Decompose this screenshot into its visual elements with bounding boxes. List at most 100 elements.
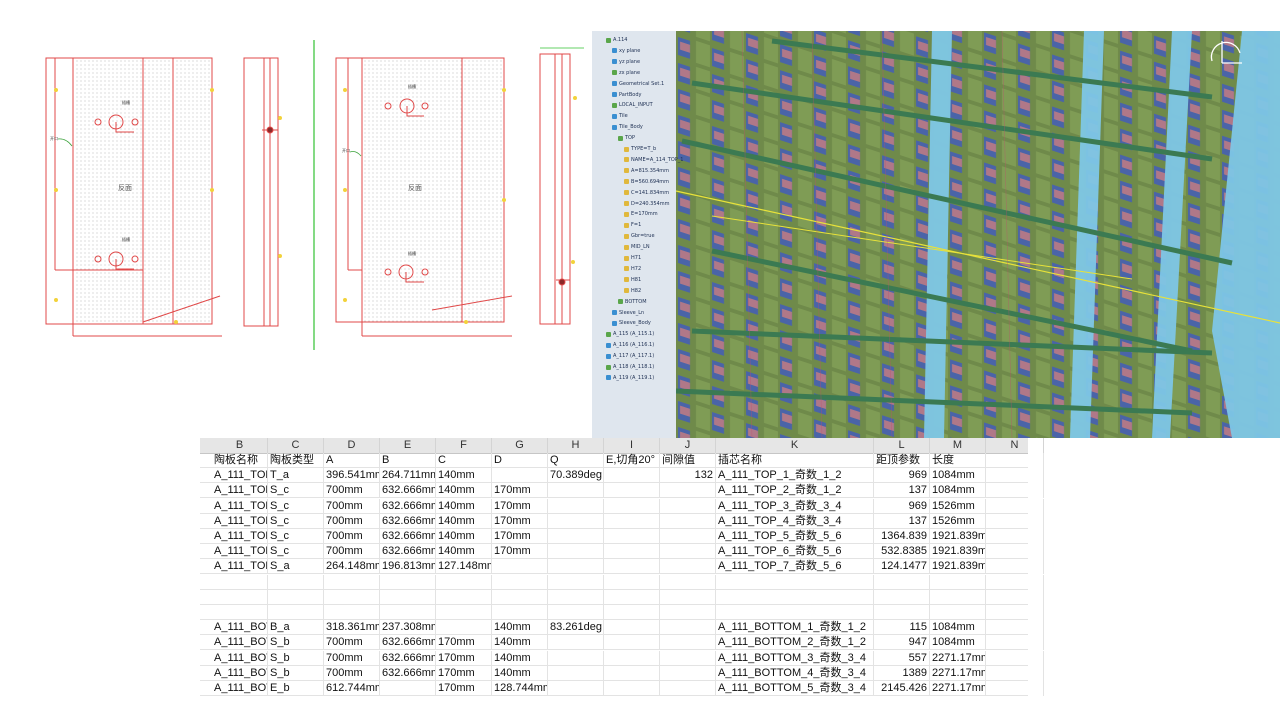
table-cell[interactable] — [660, 513, 716, 529]
table-cell[interactable] — [604, 513, 660, 529]
table-cell[interactable]: A_111_TOP — [212, 513, 268, 529]
table-cell[interactable] — [548, 483, 604, 499]
table-cell[interactable]: 170mm — [492, 529, 548, 544]
table-cell[interactable]: A_111_TOP — [212, 529, 268, 544]
spreadsheet[interactable]: BCDEFGHIJKLMN 陶板名称 陶板类型 A B C D Q E,切角20° 间隙值 插芯名… — [200, 438, 1044, 700]
table-cell[interactable]: 632.666mm — [380, 544, 436, 560]
table-cell[interactable]: 264.711mm — [380, 468, 436, 484]
table-cell[interactable] — [268, 589, 324, 605]
header-cell[interactable]: 陶板类型 — [268, 453, 324, 468]
table-cell[interactable] — [716, 605, 874, 620]
header-cell[interactable]: D — [492, 453, 548, 468]
table-cell[interactable]: A_111_BOT — [212, 681, 268, 696]
table-cell[interactable]: 1389 — [874, 665, 930, 681]
table-cell[interactable] — [324, 589, 380, 605]
table-cell[interactable] — [212, 574, 268, 590]
table-cell[interactable]: 137 — [874, 513, 930, 529]
table-cell[interactable] — [604, 620, 660, 636]
table-cell[interactable] — [604, 468, 660, 484]
table-cell[interactable] — [492, 589, 548, 605]
table-cell[interactable]: A_111_TOP_3_奇数_3_4 — [716, 498, 874, 514]
table-cell[interactable]: 700mm — [324, 544, 380, 560]
table-cell[interactable] — [604, 650, 660, 666]
column-letter[interactable]: H — [548, 438, 604, 453]
table-cell[interactable]: T_a — [268, 468, 324, 484]
header-cell[interactable]: Q — [548, 453, 604, 468]
table-cell[interactable] — [986, 529, 1044, 544]
table-cell[interactable]: 140mm — [436, 498, 492, 514]
table-cell[interactable]: 1921.839mm — [930, 559, 986, 575]
table-cell[interactable]: 140mm — [436, 529, 492, 544]
table-cell[interactable]: 969 — [874, 498, 930, 514]
table-cell[interactable] — [604, 589, 660, 605]
header-cell[interactable]: 间隙值 — [660, 453, 716, 468]
table-cell[interactable] — [548, 498, 604, 514]
table-cell[interactable] — [986, 483, 1044, 499]
table-cell[interactable]: 127.148mm — [436, 559, 492, 575]
table-cell[interactable]: 170mm — [492, 498, 548, 514]
table-cell[interactable] — [324, 574, 380, 590]
table-cell[interactable]: A_111_BOT — [212, 635, 268, 651]
table-cell[interactable] — [986, 620, 1044, 636]
table-cell[interactable]: 947 — [874, 635, 930, 651]
table-cell[interactable]: A_111_TOP — [212, 544, 268, 560]
column-letter[interactable]: F — [436, 438, 492, 453]
table-cell[interactable]: 237.308mm — [380, 620, 436, 636]
tree-node[interactable]: Tile — [612, 113, 628, 119]
table-cell[interactable] — [660, 483, 716, 499]
column-letter[interactable]: N — [986, 438, 1044, 453]
tree-node[interactable]: H81 — [624, 277, 641, 283]
table-cell[interactable]: 632.666mm — [380, 650, 436, 666]
table-cell[interactable]: 170mm — [436, 681, 492, 696]
table-cell[interactable]: 632.666mm — [380, 513, 436, 529]
table-cell[interactable] — [986, 559, 1044, 575]
table-cell[interactable]: 140mm — [436, 544, 492, 560]
table-cell[interactable]: 700mm — [324, 529, 380, 544]
table-cell[interactable] — [604, 574, 660, 590]
table-cell[interactable]: 632.666mm — [380, 529, 436, 544]
column-letter[interactable]: B — [212, 438, 268, 453]
tree-node[interactable]: E=170mm — [624, 211, 658, 217]
table-cell[interactable] — [986, 665, 1044, 681]
table-cell[interactable]: 115 — [874, 620, 930, 636]
table-cell[interactable] — [874, 605, 930, 620]
column-letter[interactable]: D — [324, 438, 380, 453]
table-cell[interactable]: 1921.839mm — [930, 544, 986, 560]
table-cell[interactable] — [548, 559, 604, 575]
tree-node[interactable]: Geometrical Set.1 — [612, 81, 664, 87]
tree-node[interactable]: H82 — [624, 288, 641, 294]
table-cell[interactable]: A_111_BOT — [212, 620, 268, 636]
table-cell[interactable]: 2271.17mm — [930, 665, 986, 681]
table-cell[interactable]: 128.744mm — [492, 681, 548, 696]
table-cell[interactable]: S_b — [268, 650, 324, 666]
table-cell[interactable] — [268, 574, 324, 590]
column-letter[interactable]: K — [716, 438, 874, 453]
table-cell[interactable]: 132 — [660, 468, 716, 484]
table-cell[interactable] — [380, 605, 436, 620]
table-cell[interactable]: 1084mm — [930, 620, 986, 636]
header-cell[interactable]: 长度 — [930, 453, 986, 468]
table-cell[interactable]: 1526mm — [930, 498, 986, 514]
table-cell[interactable] — [324, 605, 380, 620]
table-cell[interactable]: 140mm — [436, 513, 492, 529]
table-cell[interactable] — [604, 635, 660, 651]
table-cell[interactable]: 83.261deg — [548, 620, 604, 636]
table-cell[interactable]: S_c — [268, 498, 324, 514]
table-cell[interactable]: 124.1477 — [874, 559, 930, 575]
table-cell[interactable]: S_c — [268, 544, 324, 560]
table-cell[interactable]: 170mm — [492, 483, 548, 499]
table-cell[interactable]: A_111_BOTTOM_5_奇数_3_4 — [716, 681, 874, 696]
table-cell[interactable] — [930, 605, 986, 620]
table-cell[interactable]: 1921.839mm — [930, 529, 986, 544]
tree-node[interactable]: Sleeve_Body — [612, 320, 651, 326]
table-cell[interactable] — [492, 468, 548, 484]
table-cell[interactable] — [212, 605, 268, 620]
table-cell[interactable] — [380, 681, 436, 696]
table-cell[interactable] — [492, 605, 548, 620]
table-cell[interactable]: 700mm — [324, 498, 380, 514]
tree-node[interactable]: Gbr=true — [624, 233, 655, 239]
table-cell[interactable]: A_111_TOP — [212, 498, 268, 514]
tree-node[interactable]: B=560.694mm — [624, 179, 669, 185]
table-cell[interactable]: A_111_TOP_7_奇数_5_6 — [716, 559, 874, 575]
table-cell[interactable] — [548, 589, 604, 605]
